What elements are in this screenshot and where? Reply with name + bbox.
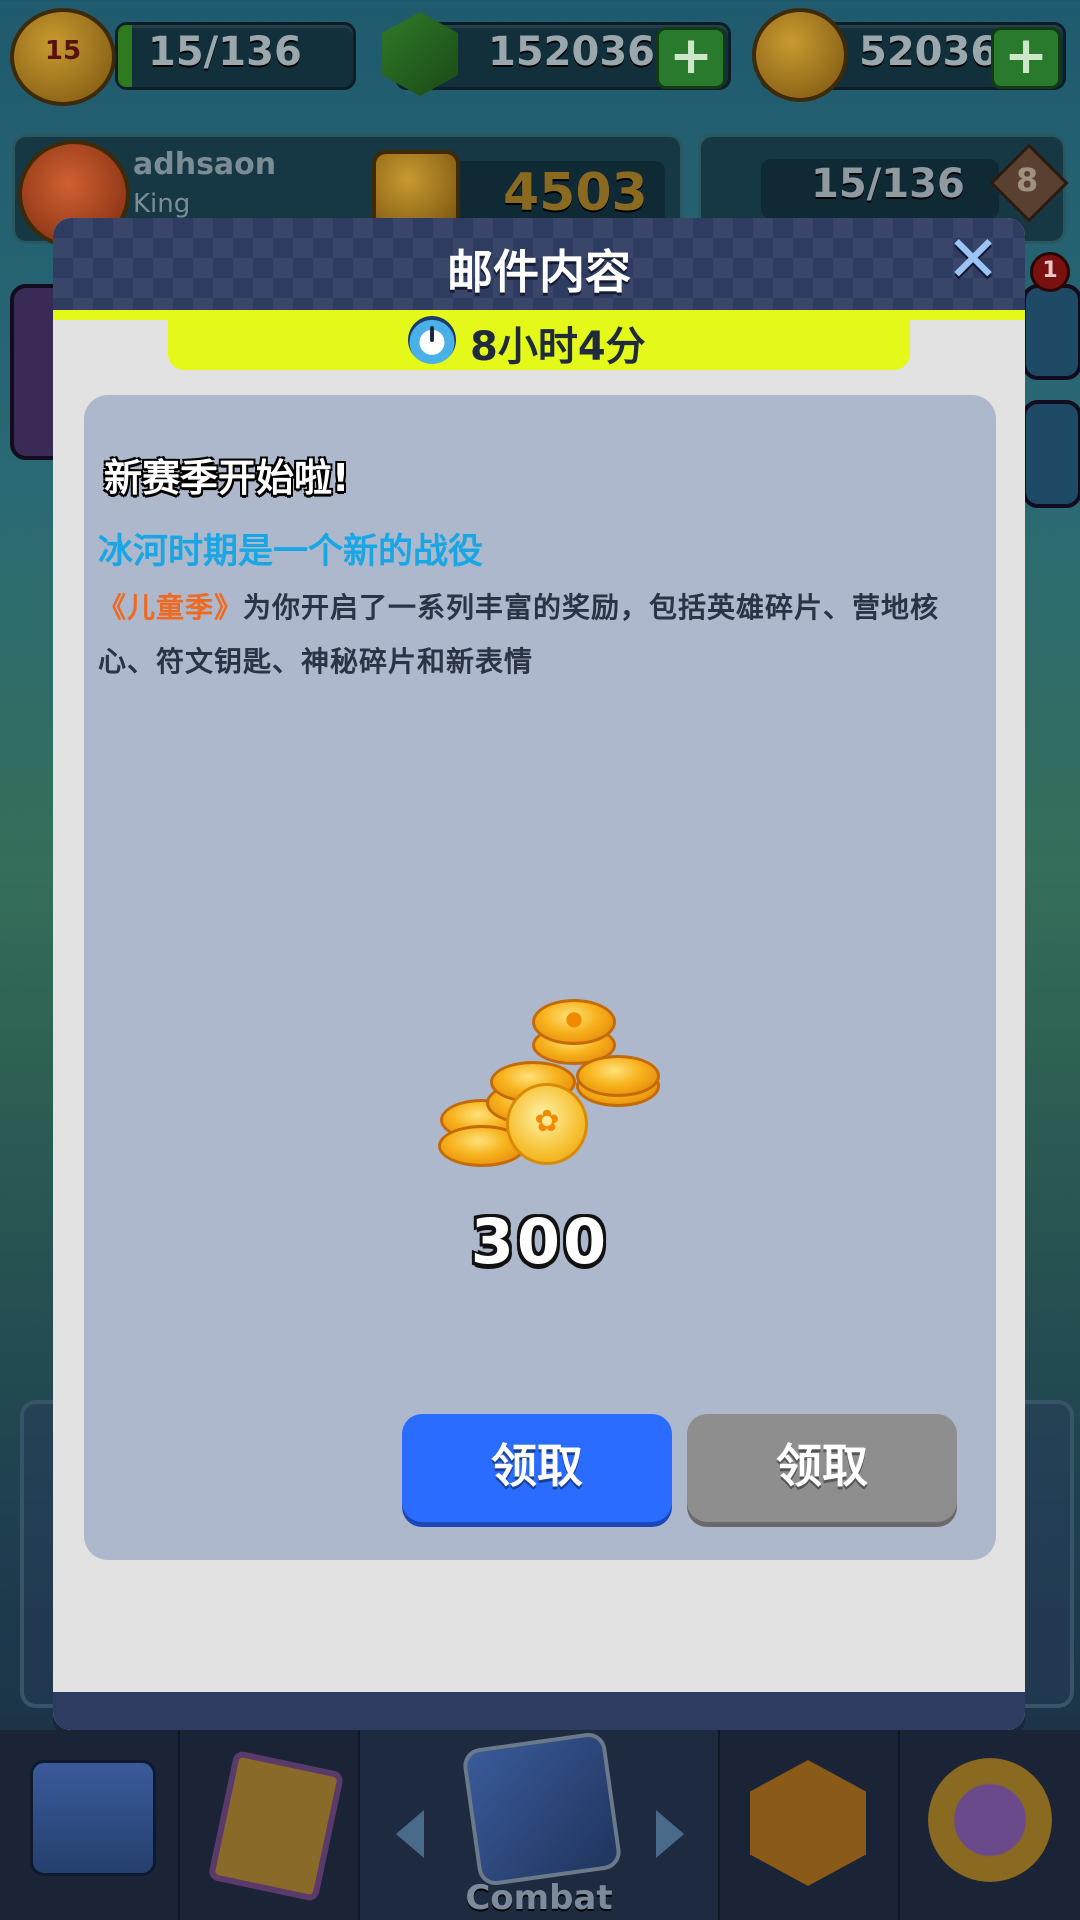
nav-cards[interactable] — [180, 1730, 360, 1920]
timer-text: 8小时4分 — [470, 324, 646, 370]
mail-heading: 新赛季开始啦! — [104, 456, 350, 500]
level-number: 15 — [44, 36, 82, 66]
mail-dialog-header: 邮件内容 ✕ — [53, 218, 1025, 310]
nav-leaderboard[interactable] — [900, 1730, 1078, 1920]
reward-amount: 300 — [470, 1205, 610, 1278]
xp-text: 15/136 — [148, 29, 302, 75]
notification-badge: 1 — [1030, 252, 1070, 292]
nav-prev-arrow-icon[interactable] — [396, 1810, 424, 1858]
claim-button-disabled[interactable]: 领取 — [687, 1414, 957, 1522]
add-gems-button[interactable]: + — [656, 27, 726, 89]
nav-combat-label: Combat — [465, 1878, 613, 1918]
nav-clan[interactable] — [720, 1730, 900, 1920]
treasure-chest-icon — [30, 1760, 156, 1876]
trophy-wreath-icon — [928, 1758, 1052, 1882]
add-coins-button[interactable]: + — [991, 27, 1061, 89]
level-badge-icon[interactable]: 15 — [10, 8, 116, 106]
trophy-count: 4503 — [503, 163, 648, 223]
nav-next-arrow-icon[interactable] — [656, 1810, 684, 1858]
coin-pile-icon: ● ✿ — [436, 995, 660, 1175]
nav-shop[interactable] — [0, 1730, 180, 1920]
gem-count: 152036 — [488, 29, 655, 75]
close-button[interactable]: ✕ — [945, 228, 1001, 292]
player-name: adhsaon — [133, 147, 277, 182]
season-name-highlight: 《儿童季》 — [98, 591, 244, 624]
mail-dialog: 邮件内容 ✕ 8小时4分 新赛季开始啦! 冰河时期是一个新的战役 《儿童季》为你… — [53, 218, 1025, 1730]
clock-icon — [408, 316, 456, 364]
mail-subtitle: 冰河时期是一个新的战役 — [98, 532, 484, 572]
progress-text: 15/136 — [811, 161, 965, 207]
xp-bar: 15/136 — [115, 22, 356, 90]
mail-dialog-footer — [53, 1692, 1025, 1730]
mail-body: 《儿童季》为你开启了一系列丰富的奖励，包括英雄碎片、营地核心、符文钥匙、神秘碎片… — [98, 581, 968, 689]
clan-shield-icon — [750, 1760, 866, 1886]
coin-count: 52036 — [859, 29, 999, 75]
rank-number: 8 — [1016, 161, 1039, 199]
right-profile-widget[interactable] — [1022, 400, 1080, 508]
right-menu-widget[interactable] — [1022, 284, 1080, 380]
player-title: King — [133, 189, 191, 219]
bottom-nav: Combat — [0, 1730, 1080, 1920]
sword-shield-icon — [461, 1730, 623, 1888]
mail-dialog-title: 邮件内容 — [447, 245, 631, 299]
claim-button[interactable]: 领取 — [402, 1414, 672, 1522]
cards-icon — [207, 1749, 345, 1903]
mail-content-card: 新赛季开始啦! 冰河时期是一个新的战役 《儿童季》为你开启了一系列丰富的奖励，包… — [84, 395, 996, 1560]
timer-tab: 8小时4分 — [168, 310, 910, 370]
paw-coin-icon — [752, 8, 848, 102]
